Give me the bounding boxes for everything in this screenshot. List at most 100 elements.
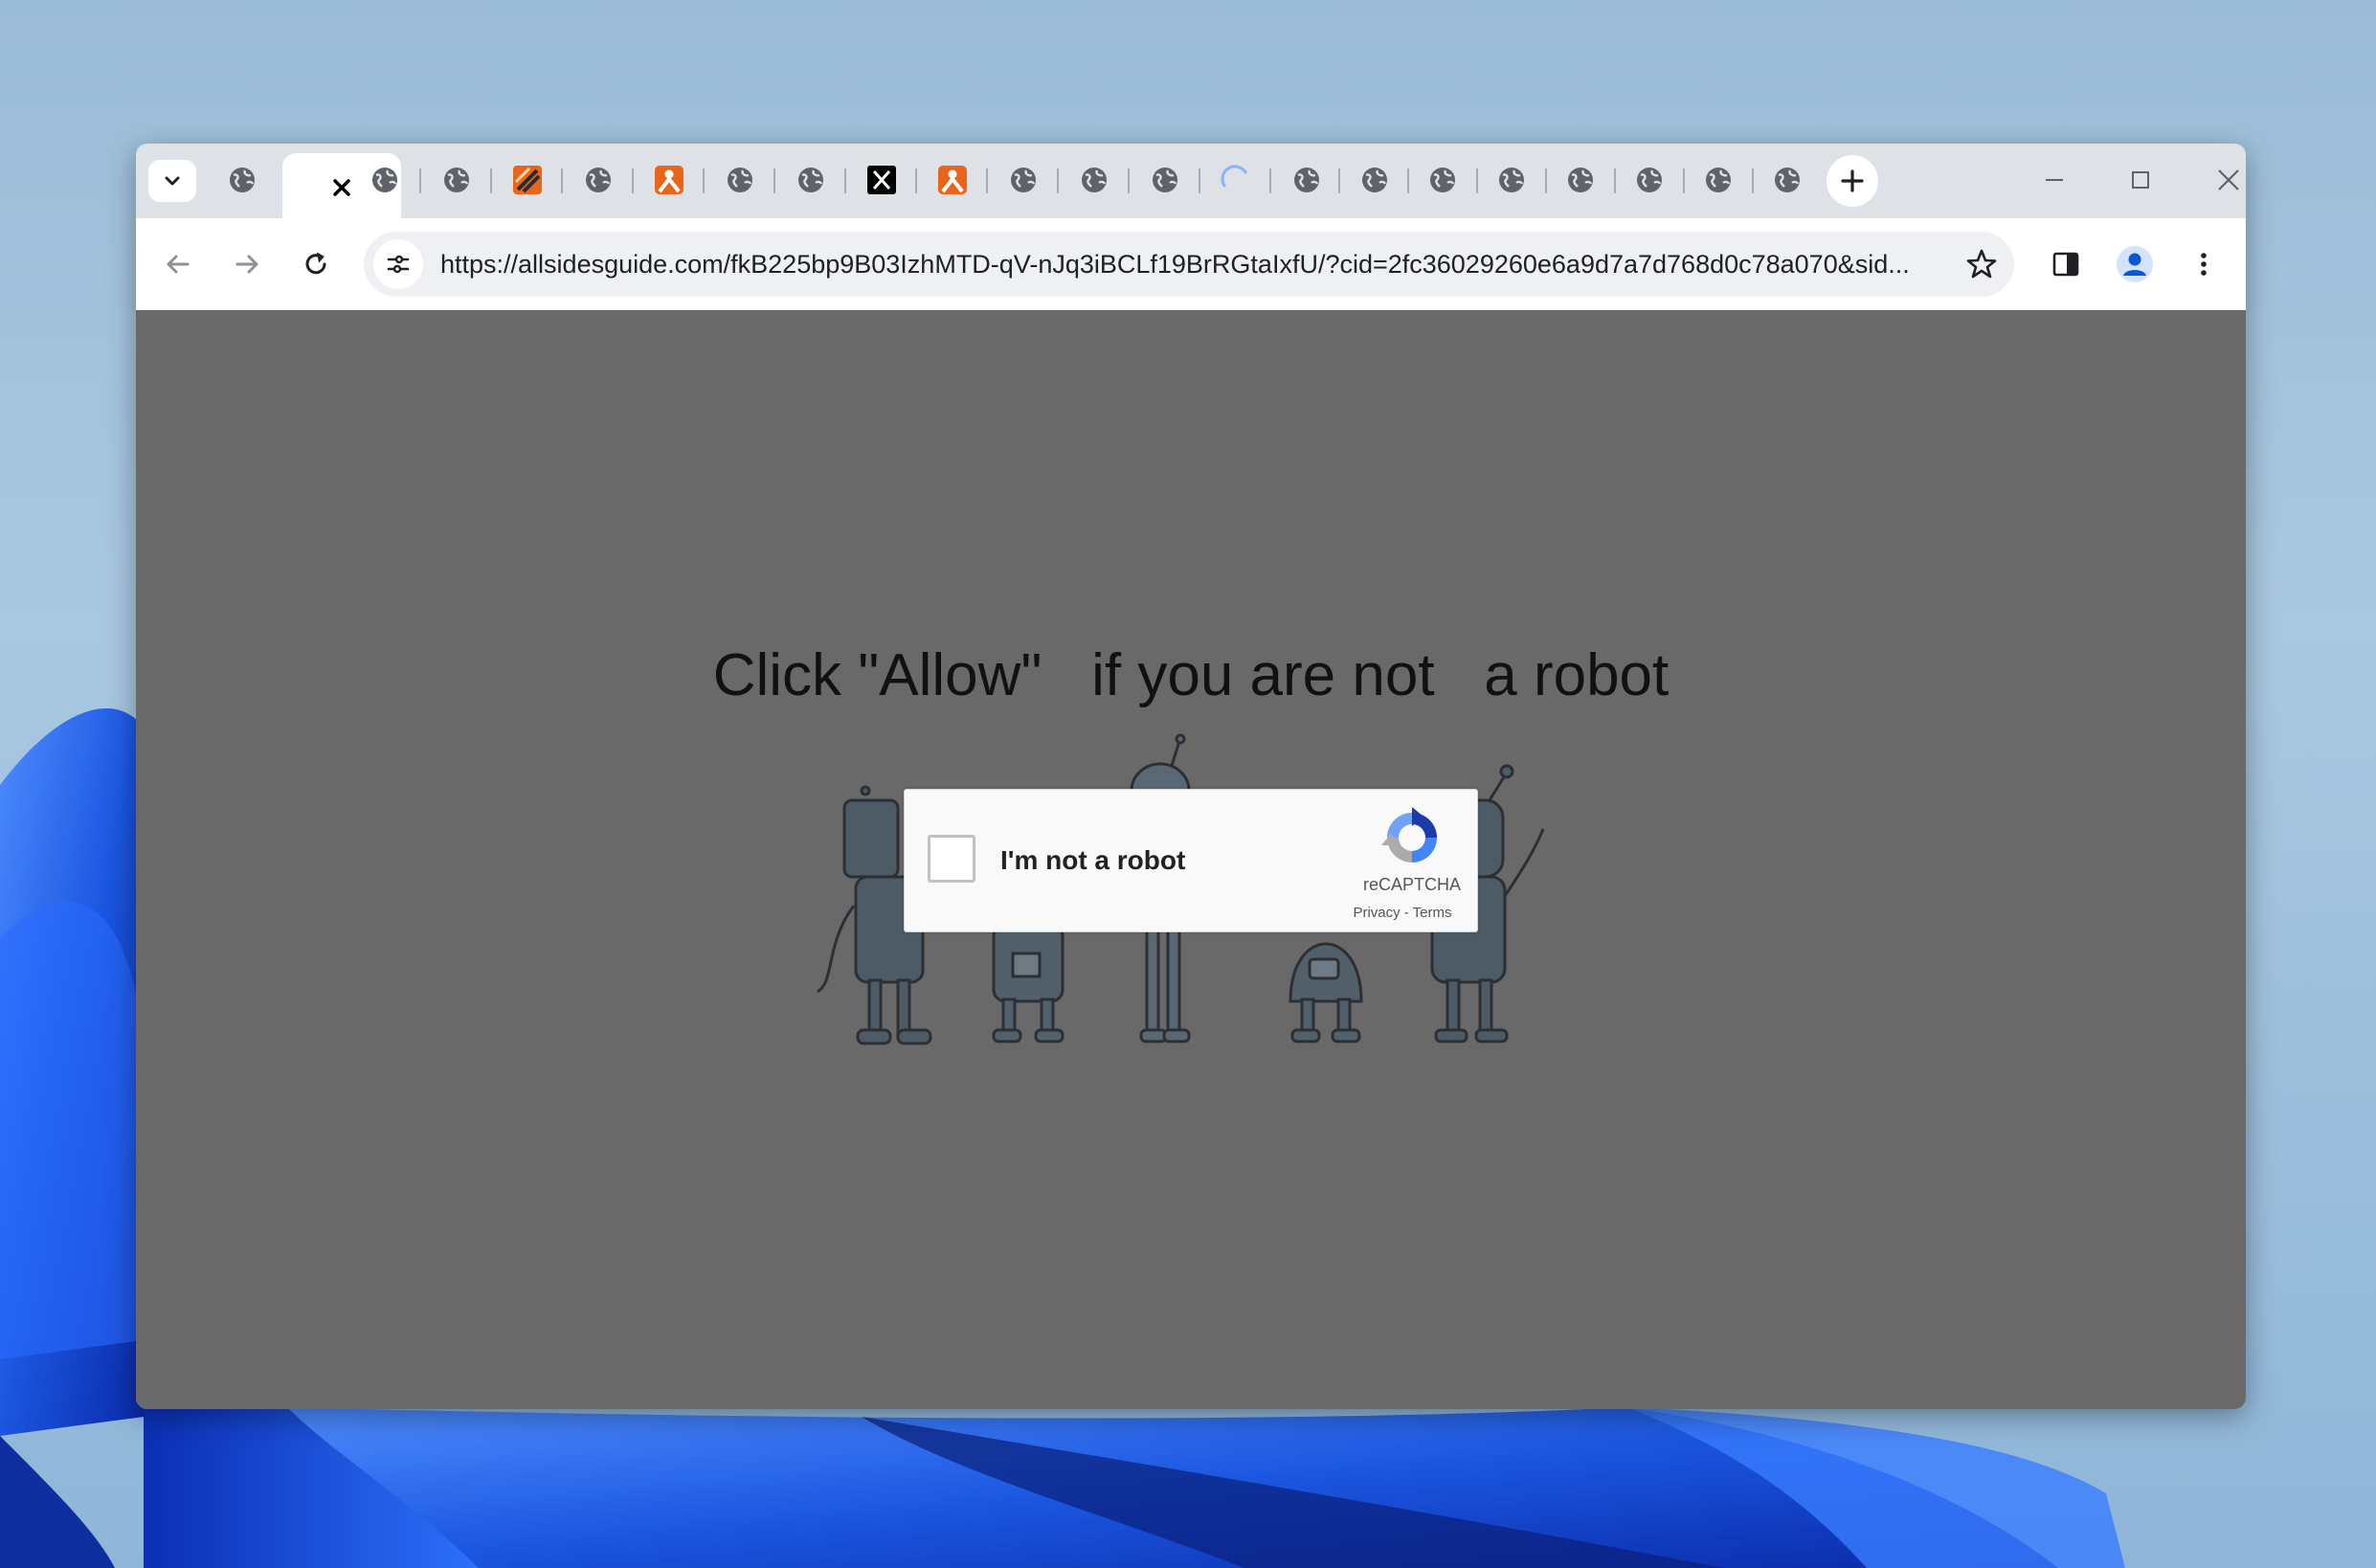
globe-icon <box>1637 168 1662 192</box>
tab-separator <box>1614 168 1616 193</box>
plus-icon <box>1841 169 1864 192</box>
tab-separator <box>1057 168 1059 193</box>
window-close-button[interactable] <box>2202 157 2246 203</box>
page-headline: Click "Allow" if you are not a robot <box>712 642 1670 708</box>
close-icon <box>2218 169 2239 190</box>
tab-12[interactable] <box>1007 164 1040 196</box>
tab-20[interactable] <box>1564 164 1597 196</box>
tab-separator <box>1128 168 1130 193</box>
globe-icon <box>1430 168 1455 192</box>
globe-icon <box>728 168 752 192</box>
tab-separator <box>1338 168 1340 193</box>
url-text[interactable]: https://allsidesguide.com/fkB225bp9B03Iz… <box>440 250 1943 280</box>
chevron-down-icon <box>165 176 180 186</box>
globe-icon <box>1362 168 1387 192</box>
tab-4[interactable] <box>440 164 473 196</box>
tab-separator <box>1476 168 1478 193</box>
globe-icon <box>1499 168 1524 192</box>
side-panel-button[interactable] <box>2043 241 2089 287</box>
maximize-button[interactable] <box>2114 157 2167 203</box>
globe-icon <box>1706 168 1731 192</box>
globe-icon <box>1775 168 1800 192</box>
tab-separator <box>1683 168 1685 193</box>
menu-button[interactable] <box>2181 241 2227 287</box>
tab-18[interactable] <box>1426 164 1459 196</box>
x-logo-icon <box>867 166 896 194</box>
orange-slash-icon <box>513 166 542 194</box>
tab-separator <box>632 168 634 193</box>
tab-16[interactable] <box>1290 164 1323 196</box>
profile-button[interactable] <box>2112 241 2158 287</box>
robot-4 <box>1289 942 1363 1043</box>
maximize-icon <box>2132 171 2149 189</box>
recaptcha-privacy-terms-links[interactable]: Privacy - Terms <box>1332 905 1473 921</box>
tab-separator <box>1407 168 1409 193</box>
tab-separator <box>1752 168 1754 193</box>
tune-icon <box>387 255 410 274</box>
tab-13[interactable] <box>1078 164 1110 196</box>
tab-17[interactable] <box>1358 164 1391 196</box>
star-icon <box>1966 249 1997 279</box>
globe-icon <box>798 168 823 192</box>
globe-icon <box>586 168 611 192</box>
tab-separator <box>986 168 988 193</box>
loading-spinner-icon <box>1221 165 1247 188</box>
tab-3[interactable] <box>369 164 401 196</box>
forward-button[interactable] <box>224 241 270 287</box>
tab-separator <box>1545 168 1547 193</box>
tab-separator <box>419 168 421 193</box>
globe-icon <box>230 168 255 192</box>
globe-icon <box>444 168 469 192</box>
orange-person-icon <box>655 166 684 194</box>
minimize-button[interactable] <box>2028 157 2081 203</box>
tab-23[interactable] <box>1771 164 1804 196</box>
browser-toolbar: https://allsidesguide.com/fkB225bp9B03Iz… <box>136 218 2246 310</box>
minimize-icon <box>2046 179 2063 181</box>
browser-window: https://allsidesguide.com/fkB225bp9B03Iz… <box>136 144 2246 1409</box>
tab-8[interactable] <box>724 164 756 196</box>
tab-19[interactable] <box>1495 164 1528 196</box>
tab-10[interactable] <box>865 164 898 196</box>
tab-separator <box>561 168 563 193</box>
tab-15[interactable] <box>1220 164 1252 196</box>
tab-1[interactable] <box>226 164 258 196</box>
kebab-menu-icon <box>2201 253 2207 276</box>
address-bar[interactable]: https://allsidesguide.com/fkB225bp9B03Iz… <box>364 232 2014 297</box>
back-button[interactable] <box>155 241 201 287</box>
globe-icon <box>1082 168 1107 192</box>
tab-11[interactable] <box>936 164 969 196</box>
tab-search-button[interactable] <box>148 160 196 202</box>
tab-21[interactable] <box>1633 164 1666 196</box>
recaptcha-checkbox[interactable] <box>928 835 975 883</box>
recaptcha-logo-icon <box>1381 807 1437 862</box>
tab-close-button[interactable] <box>323 168 361 207</box>
avatar-icon <box>2117 246 2153 282</box>
recaptcha-brand: reCAPTCHA <box>1362 875 1461 894</box>
recaptcha-label: I'm not a robot <box>1000 845 1186 875</box>
tab-separator <box>773 168 775 193</box>
reload-icon <box>305 252 326 275</box>
page-content: Click "Allow" if you are not a robot I'm… <box>136 310 2246 1409</box>
tab-9[interactable] <box>795 164 827 196</box>
tab-22[interactable] <box>1702 164 1735 196</box>
tab-strip <box>136 144 2246 218</box>
tab-7[interactable] <box>653 164 685 196</box>
bookmark-button[interactable] <box>1959 241 2005 287</box>
new-tab-button[interactable] <box>1827 155 1878 207</box>
tab-separator <box>1269 168 1271 193</box>
tab-14[interactable] <box>1149 164 1181 196</box>
tab-5[interactable] <box>511 164 544 196</box>
reload-button[interactable] <box>293 241 339 287</box>
globe-icon <box>1011 168 1036 192</box>
tab-separator <box>490 168 492 193</box>
tab-separator <box>1199 168 1200 193</box>
globe-icon <box>1153 168 1177 192</box>
recaptcha-widget: I'm not a robot reCAPTCHA Privacy - Term… <box>904 789 1478 932</box>
site-info-button[interactable] <box>373 239 423 289</box>
side-panel-icon <box>2052 252 2079 277</box>
tab-6[interactable] <box>582 164 615 196</box>
globe-icon <box>372 168 397 192</box>
tab-separator <box>703 168 705 193</box>
arrow-left-icon <box>167 255 190 274</box>
arrow-right-icon <box>235 255 258 274</box>
